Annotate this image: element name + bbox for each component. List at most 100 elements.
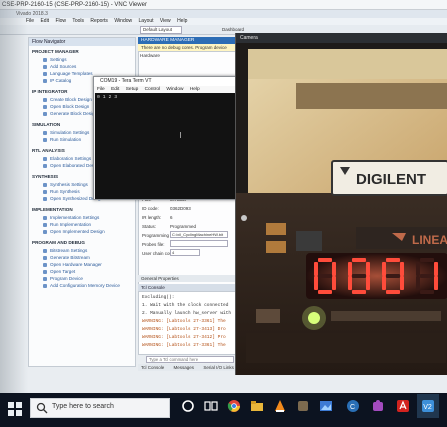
tab-messages[interactable]: Messages <box>174 365 195 370</box>
search-placeholder: Type here to search <box>52 403 114 410</box>
tt-menu-window[interactable]: Window <box>166 87 183 92</box>
flow-item-label: Run Synthesis <box>50 189 80 194</box>
property-row: Status: Programmed <box>140 223 236 230</box>
layout-select[interactable]: Default Layout <box>140 26 182 34</box>
flow-section-header[interactable]: IMPLEMENTATION <box>29 206 135 213</box>
flow-item-icon <box>43 276 47 281</box>
flow-item-label: Add Sources <box>50 64 77 69</box>
segment <box>382 276 386 290</box>
flow-item-label: Implementation Settings <box>50 215 100 220</box>
flow-nav-item[interactable]: Bitstream Settings <box>29 247 135 254</box>
segment <box>382 262 386 276</box>
flow-nav-item[interactable]: Generate Bitstream <box>29 254 135 261</box>
windows-start-icon[interactable] <box>8 402 22 416</box>
user-chain-count-field[interactable]: 4 <box>170 249 200 256</box>
flow-nav-item[interactable]: Open Implemented Design <box>29 228 135 235</box>
tt-menu-file[interactable]: File <box>97 87 105 92</box>
tcl-command-input[interactable]: Type a Tcl command here <box>146 356 234 363</box>
tt-menu-control[interactable]: Control <box>145 87 160 92</box>
segment <box>420 290 434 294</box>
flow-item-label: Bitstream Settings <box>50 248 88 253</box>
vnc-window-title: CSE-PRP-2160-15 (CSE-PRP-2160-15) - VNC … <box>0 0 447 10</box>
menu-window[interactable]: Window <box>114 18 132 24</box>
screen-glare <box>0 0 28 393</box>
segment <box>420 258 434 262</box>
tab-serial-io-links[interactable]: Serial I/O Links <box>203 365 234 370</box>
tt-menu-help[interactable]: Help <box>190 87 200 92</box>
flow-item-label: Create Block Design <box>50 97 92 102</box>
segment <box>386 290 400 294</box>
flow-item-label: Add Configuration Memory Device <box>50 283 120 288</box>
app-c-icon[interactable] <box>296 399 310 413</box>
flow-nav-item[interactable]: Add Configuration Memory Device <box>29 282 135 289</box>
flow-nav-item[interactable]: Settings <box>29 56 135 63</box>
property-value: 0362D093 <box>170 206 191 211</box>
segment <box>400 262 404 276</box>
acrobat-icon[interactable] <box>396 399 410 413</box>
menu-layout[interactable]: Layout <box>139 18 154 24</box>
menu-edit[interactable]: Edit <box>40 18 49 24</box>
flow-item-icon <box>43 215 47 220</box>
menu-help[interactable]: Help <box>177 18 187 24</box>
segment <box>352 258 366 262</box>
debug-cores-notice[interactable]: There are no debug cores. Program device <box>138 44 238 51</box>
property-key: Probes file: <box>142 242 165 247</box>
vivado-title: Vivado 2018.3 <box>0 10 447 18</box>
tcl-console-line: 1. Wait with the clock connected <box>142 303 229 308</box>
flow-nav-item[interactable]: Add Sources <box>29 63 135 70</box>
tt-menu-edit[interactable]: Edit <box>111 87 119 92</box>
vlc-icon[interactable] <box>273 399 287 413</box>
flow-item-icon <box>43 64 47 69</box>
flow-item-icon <box>43 57 47 62</box>
flow-item-icon <box>43 283 47 288</box>
flow-nav-item[interactable]: Implementation Settings <box>29 214 135 221</box>
file-explorer-icon[interactable] <box>250 399 264 413</box>
flow-item-label: Synthesis Settings <box>50 182 88 187</box>
segment <box>332 276 336 290</box>
programming-file-field[interactable]: C:/xil_CyclingMachineHW.bit <box>170 231 228 238</box>
flow-item-icon <box>43 163 47 168</box>
svg-text:C: C <box>350 404 355 411</box>
vnc-viewer-icon[interactable]: V2 <box>421 399 435 413</box>
flow-nav-item[interactable]: Run Implementation <box>29 221 135 228</box>
menu-tools[interactable]: Tools <box>72 18 84 24</box>
flow-section-header[interactable]: PROJECT MANAGER <box>29 48 135 55</box>
photos-icon[interactable] <box>319 399 333 413</box>
tab-tcl-console[interactable]: Tcl Console <box>141 365 164 370</box>
menu-reports[interactable]: Reports <box>90 18 108 24</box>
segment <box>318 274 332 278</box>
flow-nav-item[interactable]: Open Hardware Manager <box>29 261 135 268</box>
menu-flow[interactable]: Flow <box>55 18 66 24</box>
text-cursor-icon <box>180 132 183 138</box>
search-icon <box>36 402 48 414</box>
probes-file-field[interactable] <box>170 240 228 247</box>
property-key: ID code: <box>142 206 159 211</box>
property-key: Status: <box>142 224 157 229</box>
flow-nav-item[interactable]: Program Device <box>29 275 135 282</box>
camera-window: Camera DIGILENT LINEA <box>235 33 447 375</box>
vivado-menubar: File Edit Flow Tools Reports Window Layo… <box>0 18 447 25</box>
property-row: ID code: 0362D093 <box>140 205 236 212</box>
segment <box>386 258 400 262</box>
property-value: 6 <box>170 215 173 220</box>
properties-tabs[interactable]: General Properties <box>138 275 238 282</box>
flow-section-header[interactable]: PROGRAM AND DEBUG <box>29 239 135 246</box>
menu-view[interactable]: View <box>160 18 171 24</box>
flow-item-icon <box>43 255 47 260</box>
flow-item-icon <box>43 229 47 234</box>
puzzle-icon[interactable] <box>371 399 385 413</box>
code-icon[interactable]: C <box>346 399 360 413</box>
flow-nav-item[interactable]: Open Target <box>29 268 135 275</box>
cortana-icon[interactable] <box>181 399 195 413</box>
tcl-console-line: WARNING: [Labtools 27-3412] Pro <box>142 335 226 340</box>
property-row: IR length: 6 <box>140 214 236 221</box>
camera-feed-image: DIGILENT LINEAR <box>236 43 447 375</box>
flow-item-label: Generate Bitstream <box>50 255 90 260</box>
tt-menu-setup[interactable]: Setup <box>126 87 139 92</box>
segment <box>386 274 400 278</box>
flow-item-icon <box>43 196 47 201</box>
task-view-icon[interactable] <box>204 399 218 413</box>
chrome-icon[interactable] <box>227 399 241 413</box>
flow-navigator-header: Flow Navigator <box>29 38 135 46</box>
flow-item-label: Open Hardware Manager <box>50 262 102 267</box>
